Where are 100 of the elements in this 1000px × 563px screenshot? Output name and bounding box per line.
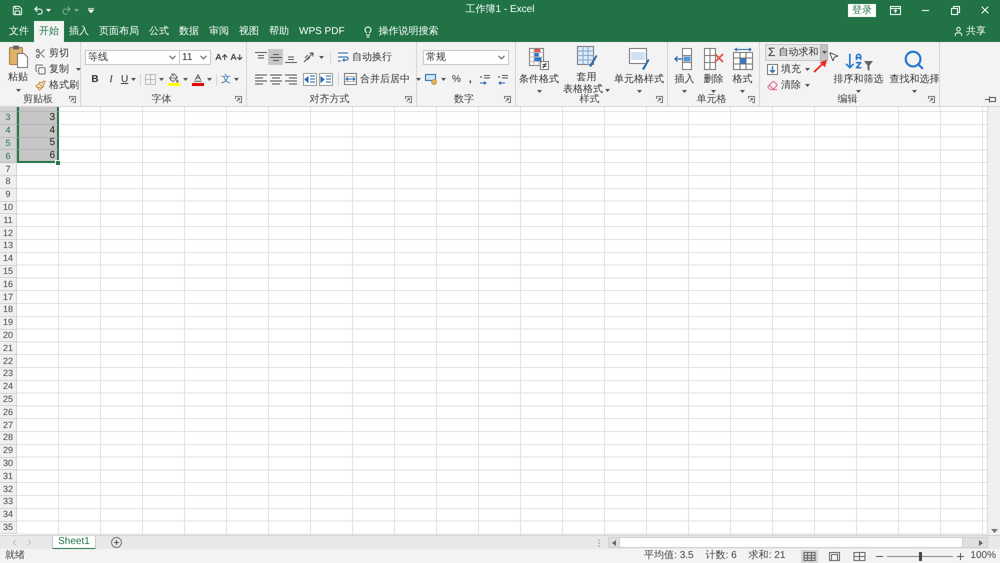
increase-indent-icon[interactable] <box>319 72 333 86</box>
format-cells-button[interactable]: 格式 <box>730 43 754 93</box>
find-select-button[interactable]: 查找和选择 <box>888 44 940 93</box>
sign-in-button[interactable]: 登录 <box>848 4 876 16</box>
font-name-dropdown[interactable]: 等线 <box>85 50 180 65</box>
slider-thumb[interactable] <box>918 552 922 560</box>
dialog-launcher-icon[interactable] <box>748 96 755 103</box>
row-number[interactable]: 7 <box>0 163 17 176</box>
italic-button[interactable]: I <box>105 72 117 87</box>
row-number[interactable]: 17 <box>0 291 17 304</box>
save-icon[interactable] <box>12 4 23 16</box>
row-number[interactable]: 26 <box>0 406 17 420</box>
row-number[interactable]: 8 <box>0 176 17 189</box>
decrease-indent-icon[interactable] <box>303 72 317 86</box>
accounting-format-button[interactable] <box>425 72 446 87</box>
insert-cells-button[interactable]: 插入 <box>672 43 696 93</box>
row-number[interactable]: 28 <box>0 432 17 445</box>
row-number[interactable]: 10 <box>0 202 17 214</box>
row-number[interactable]: 15 <box>0 266 17 278</box>
row-number[interactable]: 31 <box>0 470 17 484</box>
ribbon-tab[interactable]: 数据 <box>174 21 204 42</box>
row-number[interactable]: 19 <box>0 316 17 330</box>
row-number[interactable]: 11 <box>0 214 17 228</box>
row-number[interactable]: 5 <box>0 138 17 150</box>
cell-styles-button[interactable]: 单元格样式 <box>613 43 665 93</box>
autosum-dropdown[interactable] <box>820 44 828 61</box>
format-as-table-button[interactable]: 套用 表格格式 <box>562 43 611 93</box>
share-button[interactable]: 共享 <box>953 21 1000 42</box>
font-color-button[interactable] <box>192 72 212 87</box>
view-button[interactable] <box>801 550 818 562</box>
row-number[interactable]: 14 <box>0 252 17 266</box>
view-button[interactable] <box>851 550 868 562</box>
borders-button[interactable] <box>145 72 164 87</box>
row-number[interactable]: 18 <box>0 304 17 317</box>
dialog-launcher-icon[interactable] <box>928 96 935 103</box>
number-format-dropdown[interactable]: 常规 <box>423 50 509 65</box>
zoom-level[interactable]: 100% <box>970 550 1000 562</box>
ribbon-tab[interactable]: WPS PDF <box>294 21 350 42</box>
ribbon-display-icon[interactable] <box>890 6 900 14</box>
ribbon-tab[interactable]: 公式 <box>144 21 174 42</box>
phonetic-button[interactable]: 文 <box>221 72 240 87</box>
autosum-button[interactable]: Σ 自动求和 <box>765 44 820 61</box>
tell-me-button[interactable]: 操作说明搜索 <box>362 21 439 42</box>
bold-button[interactable]: B <box>89 72 101 87</box>
row-number[interactable]: 21 <box>0 342 17 356</box>
wrap-text-button[interactable]: 自动换行 <box>337 49 392 65</box>
scroll-thumb[interactable] <box>619 538 963 547</box>
delete-cells-button[interactable]: 删除 <box>702 43 726 93</box>
percent-button[interactable]: % <box>451 72 462 87</box>
dialog-launcher-icon[interactable] <box>656 96 663 103</box>
row-number[interactable]: 3 <box>0 112 17 125</box>
fill-handle[interactable] <box>55 160 61 166</box>
increase-decimal-icon[interactable] <box>478 74 492 86</box>
row-number[interactable]: 34 <box>0 508 17 522</box>
ribbon-tab[interactable]: 审阅 <box>204 21 234 42</box>
row-number[interactable]: 9 <box>0 188 17 202</box>
cut-button[interactable]: 剪切 <box>35 46 81 62</box>
ribbon-tab[interactable]: 帮助 <box>264 21 294 42</box>
row-number[interactable]: 32 <box>0 483 17 496</box>
scroll-right-icon[interactable] <box>979 540 983 546</box>
comma-button[interactable]: , <box>466 72 474 87</box>
fill-color-button[interactable] <box>168 72 188 87</box>
ribbon-tab[interactable]: 文件 <box>4 21 34 42</box>
ribbon-tab[interactable]: 视图 <box>234 21 264 42</box>
undo-icon[interactable] <box>33 4 44 16</box>
row-number[interactable]: 20 <box>0 330 17 342</box>
dialog-launcher-icon[interactable] <box>405 96 412 103</box>
ribbon-tab[interactable]: 页面布局 <box>94 21 144 42</box>
row-number[interactable]: 12 <box>0 227 17 240</box>
restore-icon[interactable] <box>950 6 960 14</box>
add-sheet-icon[interactable] <box>111 537 122 548</box>
ribbon-tab[interactable]: 开始 <box>34 21 64 42</box>
vertical-scrollbar[interactable] <box>987 107 1000 535</box>
row-number[interactable]: 27 <box>0 419 17 432</box>
dialog-launcher-icon[interactable] <box>504 96 511 103</box>
row-number[interactable]: 4 <box>0 124 17 138</box>
row-number[interactable]: 24 <box>0 380 17 394</box>
close-icon[interactable] <box>979 4 991 16</box>
row-number[interactable]: 35 <box>0 522 17 534</box>
vertical-align-button[interactable] <box>268 49 283 65</box>
decrease-decimal-icon[interactable] <box>496 74 510 86</box>
row-number[interactable]: 23 <box>0 368 17 381</box>
row-number[interactable]: 6 <box>0 150 17 164</box>
row-number[interactable]: 30 <box>0 458 17 470</box>
row-number[interactable]: 29 <box>0 444 17 458</box>
conditional-formatting-button[interactable]: 条件格式 <box>518 43 560 93</box>
dialog-launcher-icon[interactable] <box>235 96 242 103</box>
paste-button[interactable]: 粘贴 <box>6 45 30 93</box>
clear-button[interactable]: 清除 <box>765 77 828 93</box>
zoom-in-icon[interactable] <box>957 552 964 560</box>
sheet-tab[interactable]: Sheet1 <box>52 536 96 550</box>
merge-center-button[interactable]: 合并后居中 <box>344 71 421 87</box>
row-number[interactable]: 33 <box>0 496 17 509</box>
scroll-left-icon[interactable] <box>612 540 616 546</box>
format-painter-button[interactable]: 格式刷 <box>35 77 81 94</box>
dialog-launcher-icon[interactable] <box>69 96 76 103</box>
copy-button[interactable]: 复制 <box>35 62 81 78</box>
horizontal-scrollbar[interactable] <box>608 537 988 548</box>
pin-icon[interactable] <box>985 96 996 103</box>
row-number[interactable]: 22 <box>0 355 17 368</box>
